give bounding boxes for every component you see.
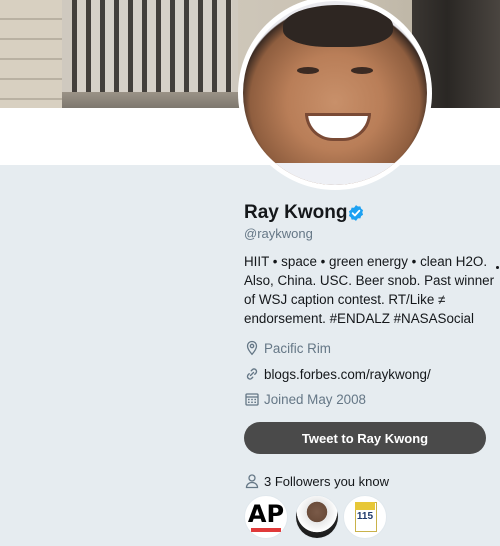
obama-photo <box>296 496 338 538</box>
profile-bio: HIIT • space • green energy • clean H2O.… <box>244 254 495 326</box>
website-link[interactable]: blogs.forbes.com/raykwong/ <box>264 367 431 382</box>
joined-text: Joined May 2008 <box>264 392 366 407</box>
obama-avatar[interactable] <box>295 495 339 539</box>
avatar-hair <box>283 5 393 47</box>
location-text: Pacific Rim <box>264 341 331 356</box>
box-logo-stripe <box>355 502 375 510</box>
banner-stone-wall <box>0 0 62 108</box>
avatar-shirt <box>243 163 427 185</box>
box-avatar[interactable]: 115 <box>343 495 387 539</box>
ap-logo-bar <box>251 528 281 532</box>
page-edge-dot <box>496 266 499 269</box>
ap-logo-text: AP <box>247 500 285 528</box>
avatar-photo <box>243 1 427 185</box>
avatar-smile <box>305 113 371 141</box>
banner-window-sill <box>62 92 240 108</box>
tweet-to-button[interactable]: Tweet to Ray Kwong <box>244 422 486 454</box>
link-icon <box>246 368 258 380</box>
profile-name[interactable]: Ray Kwong <box>244 202 347 224</box>
verified-badge-icon <box>348 205 364 221</box>
avatar-eye-left <box>297 67 319 74</box>
ap-avatar[interactable]: AP <box>244 495 288 539</box>
box-logo-number: 115 <box>356 511 374 522</box>
followers-you-know-label[interactable]: 3 Followers you know <box>264 474 389 489</box>
profile-avatar[interactable] <box>238 0 432 190</box>
map-pin-icon <box>246 340 258 356</box>
person-icon <box>245 474 259 489</box>
avatar-eye-right <box>351 67 373 74</box>
calendar-icon <box>245 393 259 406</box>
profile-handle[interactable]: @raykwong <box>244 226 313 241</box>
